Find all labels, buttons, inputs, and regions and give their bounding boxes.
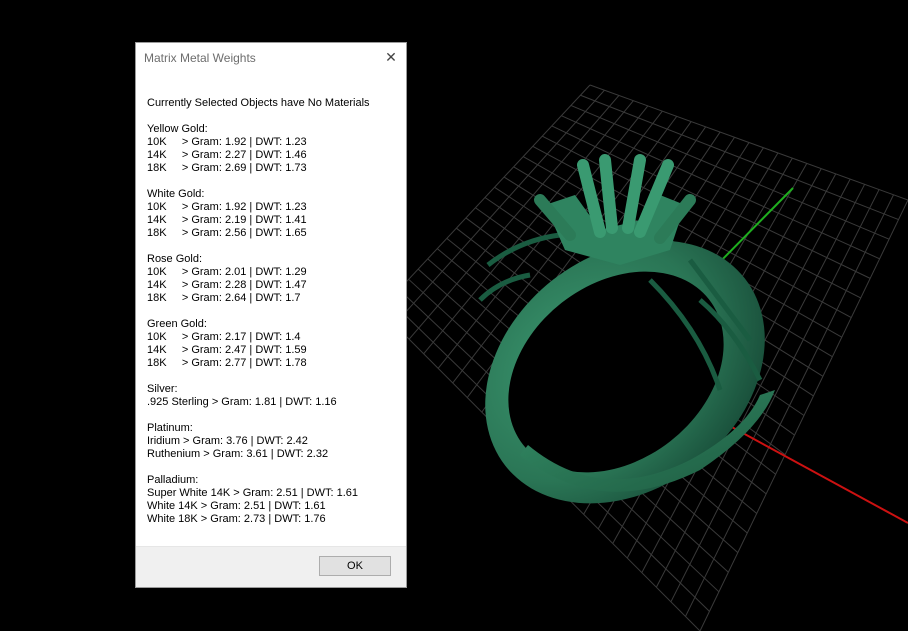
weight-row: 10K > Gram: 1.92 | DWT: 1.23: [147, 201, 307, 213]
selection-status-text: Currently Selected Objects have No Mater…: [147, 97, 370, 109]
metal-section-heading: Palladium:: [147, 474, 199, 486]
metal-weights-dialog: Matrix Metal Weights ✕ Currently Selecte…: [135, 42, 407, 588]
metal-section-heading: Rose Gold:: [147, 253, 203, 265]
weight-row: 14K > Gram: 2.19 | DWT: 1.41: [147, 214, 307, 226]
weight-row: 18K > Gram: 2.56 | DWT: 1.65: [147, 227, 307, 239]
weight-row: 10K > Gram: 1.92 | DWT: 1.23: [147, 136, 307, 148]
weight-row: 14K > Gram: 2.47 | DWT: 1.59: [147, 344, 307, 356]
weight-row: 10K > Gram: 2.17 | DWT: 1.4: [147, 331, 301, 343]
dialog-title: Matrix Metal Weights: [144, 51, 256, 65]
metal-section-heading: Green Gold:: [147, 318, 207, 330]
weight-row: Super White 14K > Gram: 2.51 | DWT: 1.61: [147, 487, 359, 499]
weight-row: 18K > Gram: 2.77 | DWT: 1.78: [147, 357, 307, 369]
weight-row: 14K > Gram: 2.28 | DWT: 1.47: [147, 279, 307, 291]
weight-row: 18K > Gram: 2.64 | DWT: 1.7: [147, 292, 301, 304]
dialog-body: Currently Selected Objects have No Mater…: [147, 97, 402, 526]
weight-row: Ruthenium > Gram: 3.61 | DWT: 2.32: [147, 448, 329, 460]
metal-section-heading: Platinum:: [147, 422, 193, 434]
metal-section-heading: Silver:: [147, 383, 178, 395]
weight-row: .925 Sterling > Gram: 1.81 | DWT: 1.16: [147, 396, 337, 408]
weight-row: Iridium > Gram: 3.76 | DWT: 2.42: [147, 435, 308, 447]
weight-row: White 14K > Gram: 2.51 | DWT: 1.61: [147, 500, 326, 512]
weight-row: 10K > Gram: 2.01 | DWT: 1.29: [147, 266, 307, 278]
close-icon[interactable]: ✕: [382, 48, 400, 66]
metal-section-heading: White Gold:: [147, 188, 205, 200]
weight-row: 14K > Gram: 2.27 | DWT: 1.46: [147, 149, 307, 161]
ok-button[interactable]: OK: [319, 556, 391, 576]
dialog-footer: OK: [136, 546, 406, 587]
weight-row: 18K > Gram: 2.69 | DWT: 1.73: [147, 162, 307, 174]
metal-section-heading: Yellow Gold:: [147, 123, 208, 135]
weight-row: White 18K > Gram: 2.73 | DWT: 1.76: [147, 513, 326, 525]
